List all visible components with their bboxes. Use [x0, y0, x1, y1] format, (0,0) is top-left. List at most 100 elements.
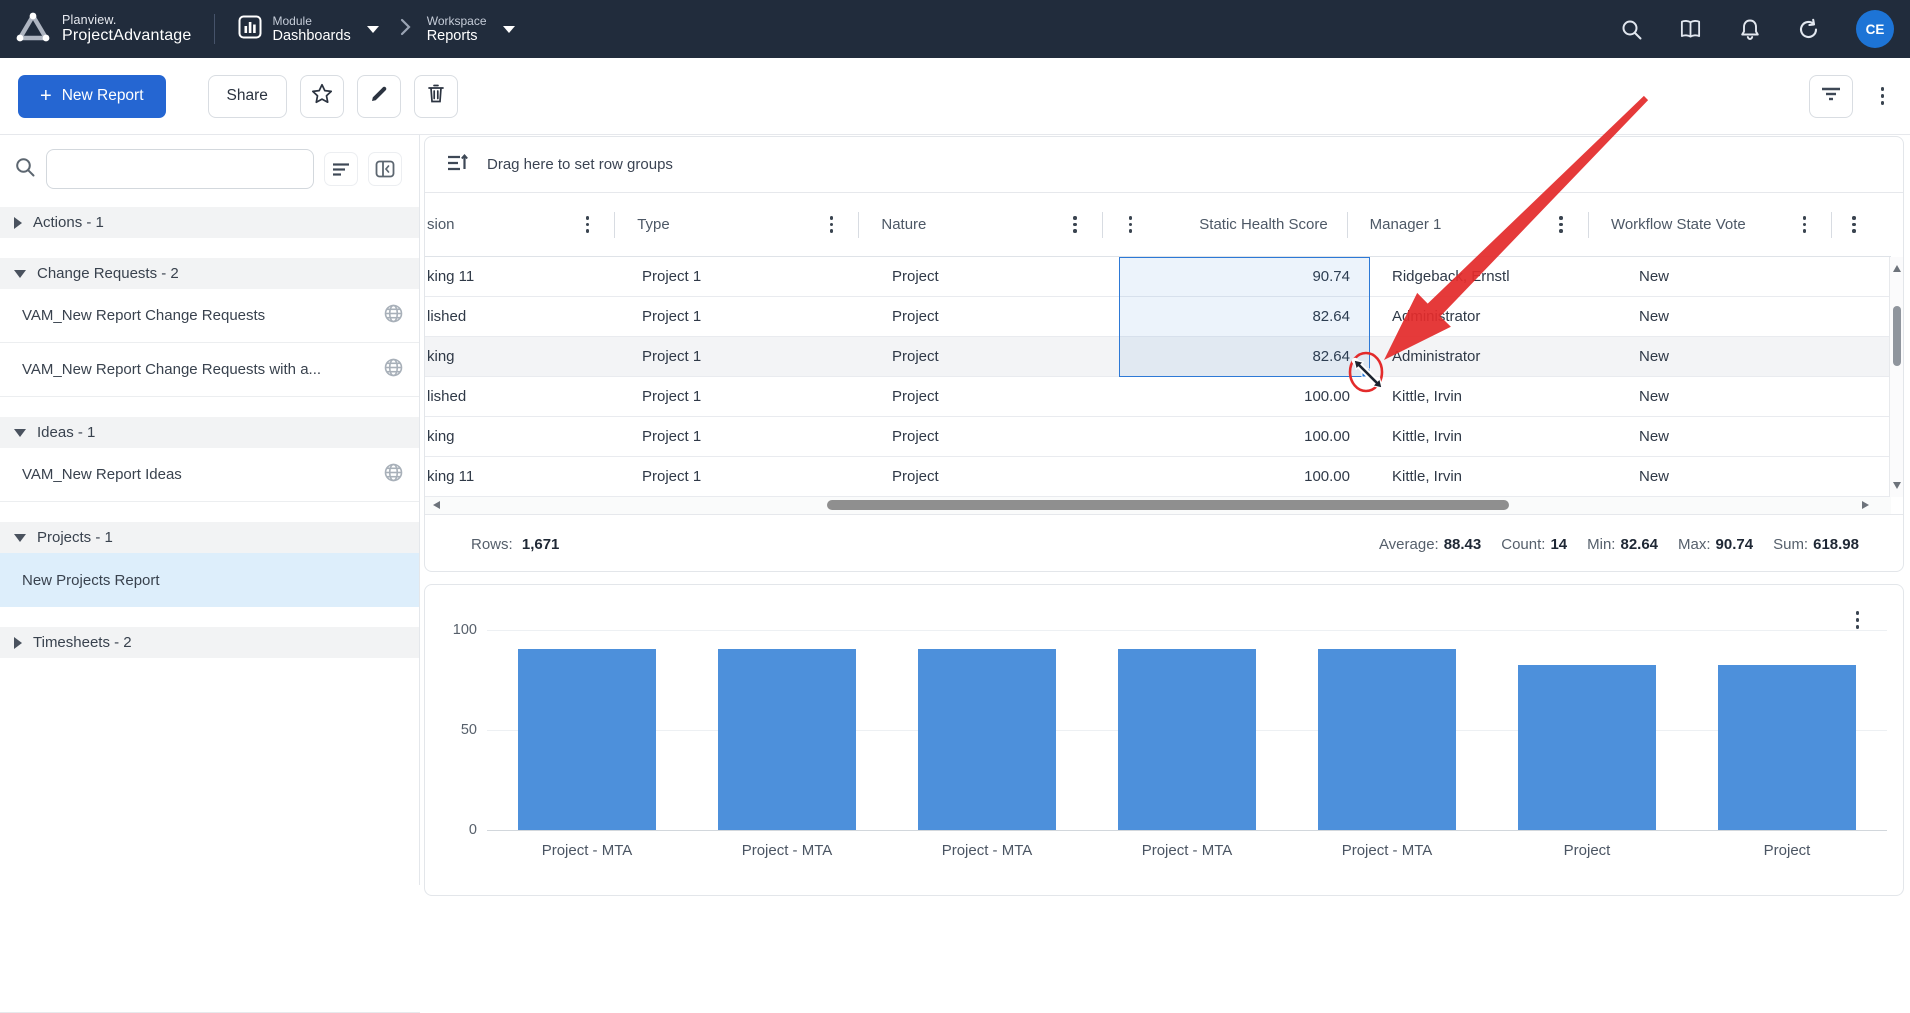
grid-cell[interactable]: king: [425, 417, 620, 456]
sidebar-report-item[interactable]: VAM_New Report Ideas: [0, 448, 419, 502]
chart-bar[interactable]: [918, 649, 1056, 830]
grid-cell[interactable]: 100.00: [1119, 457, 1370, 496]
more-options-kebab-icon[interactable]: [1875, 81, 1891, 111]
grid-row[interactable]: lishedProject 1Project100.00Kittle, Irvi…: [425, 377, 1891, 417]
grid-cell[interactable]: Project 1: [620, 457, 870, 496]
column-header[interactable]: Static Health Score: [1103, 193, 1348, 256]
chart-bar[interactable]: [1318, 649, 1456, 830]
grid-row[interactable]: lishedProject 1Project82.64Administrator…: [425, 297, 1891, 337]
refresh-icon[interactable]: [1797, 18, 1820, 41]
column-menu-kebab-icon[interactable]: [830, 216, 834, 233]
column-header[interactable]: [1832, 193, 1891, 256]
grid-cell[interactable]: Kittle, Irvin: [1370, 417, 1617, 456]
sidebar-report-item[interactable]: New Projects Report: [0, 553, 419, 607]
notifications-bell-icon[interactable]: [1738, 18, 1761, 41]
scroll-right-arrow-icon[interactable]: [1862, 501, 1869, 509]
filter-button[interactable]: [1809, 75, 1853, 118]
new-report-button[interactable]: + New Report: [18, 75, 166, 118]
delete-button[interactable]: [414, 75, 458, 118]
favorite-star-button[interactable]: [300, 75, 344, 118]
grid-cell[interactable]: Ridgeback, Ernstl: [1370, 257, 1617, 296]
grid-cell[interactable]: Kittle, Irvin: [1370, 377, 1617, 416]
grid-cell[interactable]: king 11: [425, 257, 620, 296]
grid-row[interactable]: kingProject 1Project100.00Kittle, IrvinN…: [425, 417, 1891, 457]
sidebar-group-header[interactable]: Ideas - 1: [0, 417, 419, 448]
chart-bar[interactable]: [1518, 665, 1656, 830]
grid-cell[interactable]: New: [1617, 417, 1866, 456]
grid-cell[interactable]: New: [1617, 377, 1866, 416]
column-header[interactable]: sion: [425, 193, 615, 256]
workspace-reports-menu[interactable]: Workspace Reports: [427, 14, 515, 44]
column-header[interactable]: Workflow State Vote: [1589, 193, 1832, 256]
filter-list-icon[interactable]: [324, 152, 358, 186]
column-menu-kebab-icon[interactable]: [1129, 216, 1133, 233]
column-menu-kebab-icon[interactable]: [1852, 216, 1856, 233]
grid-cell[interactable]: New: [1617, 257, 1866, 296]
column-menu-kebab-icon[interactable]: [1073, 216, 1077, 233]
grid-cell[interactable]: Project 1: [620, 377, 870, 416]
grid-cell[interactable]: 100.00: [1119, 417, 1370, 456]
grid-cell[interactable]: king: [425, 337, 620, 376]
share-button[interactable]: Share: [208, 75, 287, 118]
scroll-down-arrow-icon[interactable]: [1893, 482, 1901, 489]
column-menu-kebab-icon[interactable]: [1559, 216, 1563, 233]
chart-bar[interactable]: [1718, 665, 1856, 830]
grid-cell[interactable]: Administrator: [1370, 337, 1617, 376]
grid-cell[interactable]: New: [1617, 297, 1866, 336]
grid-cell[interactable]: 100.00: [1119, 377, 1370, 416]
grid-row[interactable]: king 11Project 1Project90.74Ridgeback, E…: [425, 257, 1891, 297]
row-group-drop-zone[interactable]: Drag here to set row groups: [425, 137, 1903, 193]
sidebar-group-header[interactable]: Change Requests - 2: [0, 258, 419, 289]
app-logo[interactable]: Planview. ProjectAdvantage: [0, 12, 214, 47]
grid-cell[interactable]: Project 1: [620, 417, 870, 456]
chart-bar[interactable]: [1118, 649, 1256, 830]
grid-cell[interactable]: Project 1: [620, 297, 870, 336]
horizontal-scroll-thumb[interactable]: [827, 500, 1509, 510]
grid-cell[interactable]: Kittle, Irvin: [1370, 457, 1617, 496]
grid-row[interactable]: kingProject 1Project82.64AdministratorNe…: [425, 337, 1891, 377]
grid-cell[interactable]: New: [1617, 457, 1866, 496]
documentation-book-icon[interactable]: [1679, 18, 1702, 41]
grid-cell[interactable]: lished: [425, 377, 620, 416]
scroll-up-arrow-icon[interactable]: [1893, 265, 1901, 272]
column-menu-kebab-icon[interactable]: [1803, 216, 1807, 233]
search-icon[interactable]: [1620, 18, 1643, 41]
grid-cell[interactable]: New: [1617, 337, 1866, 376]
chart-bar[interactable]: [718, 649, 856, 830]
grid-cell[interactable]: Project 1: [620, 257, 870, 296]
collapse-panel-icon[interactable]: [368, 152, 402, 186]
grid-cell[interactable]: 82.64: [1119, 297, 1370, 336]
grid-cell[interactable]: 90.74: [1119, 257, 1370, 296]
vertical-scrollbar[interactable]: [1889, 257, 1903, 497]
breadcrumb-chevron-icon: [399, 18, 411, 40]
sidebar-group-header[interactable]: Projects - 1: [0, 522, 419, 553]
grid-cell[interactable]: 82.64: [1119, 337, 1370, 376]
column-header[interactable]: Type: [615, 193, 859, 256]
grid-cell[interactable]: lished: [425, 297, 620, 336]
user-avatar[interactable]: CE: [1856, 10, 1894, 48]
grid-cell[interactable]: Project: [870, 457, 1119, 496]
grid-cell[interactable]: Project: [870, 297, 1119, 336]
column-header[interactable]: Manager 1: [1348, 193, 1589, 256]
scroll-left-arrow-icon[interactable]: [433, 501, 440, 509]
module-dashboards-menu[interactable]: Module Dashboards: [237, 14, 379, 45]
grid-cell[interactable]: Project: [870, 337, 1119, 376]
column-menu-kebab-icon[interactable]: [586, 216, 590, 233]
horizontal-scrollbar[interactable]: [425, 497, 1891, 514]
grid-cell[interactable]: Administrator: [1370, 297, 1617, 336]
grid-cell[interactable]: Project: [870, 257, 1119, 296]
sidebar-group-header[interactable]: Actions - 1: [0, 207, 419, 238]
sidebar-report-item[interactable]: VAM_New Report Change Requests with a...: [0, 343, 419, 397]
vertical-scroll-thumb[interactable]: [1893, 306, 1901, 366]
sidebar-group-header[interactable]: Timesheets - 2: [0, 627, 419, 658]
grid-row[interactable]: king 11Project 1Project100.00Kittle, Irv…: [425, 457, 1891, 497]
column-header[interactable]: Nature: [859, 193, 1102, 256]
sidebar-report-item[interactable]: VAM_New Report Change Requests: [0, 289, 419, 343]
grid-cell[interactable]: Project 1: [620, 337, 870, 376]
edit-button[interactable]: [357, 75, 401, 118]
sidebar-search-input[interactable]: [46, 149, 314, 189]
grid-cell[interactable]: king 11: [425, 457, 620, 496]
grid-cell[interactable]: Project: [870, 377, 1119, 416]
chart-bar[interactable]: [518, 649, 656, 830]
grid-cell[interactable]: Project: [870, 417, 1119, 456]
